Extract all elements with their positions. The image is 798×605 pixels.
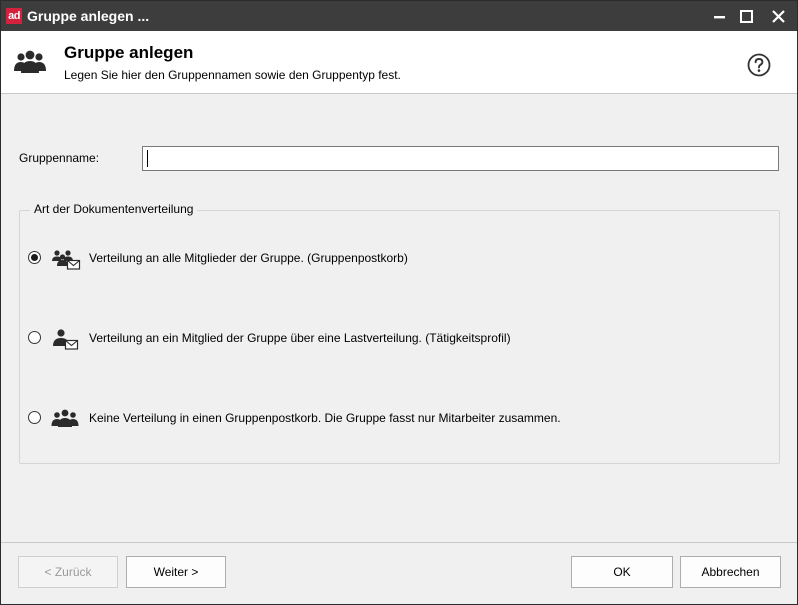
app-logo-icon: ad <box>6 8 22 24</box>
ok-button[interactable]: OK <box>571 556 673 588</box>
back-button[interactable]: < Zurück <box>18 556 118 588</box>
group-name-label: Gruppenname: <box>19 151 100 165</box>
close-icon <box>772 10 785 23</box>
distribution-option-load-balancing[interactable]: Verteilung an ein Mitglied der Gruppe üb… <box>28 328 638 350</box>
close-button[interactable] <box>759 1 797 31</box>
group-icon <box>51 409 79 427</box>
page-title: Gruppe anlegen <box>64 43 194 62</box>
person-mail-icon <box>53 329 79 350</box>
distribution-option-label: Verteilung an ein Mitglied der Gruppe üb… <box>89 331 511 345</box>
window-title: Gruppe anlegen ... <box>27 8 150 24</box>
radio-selected-dot <box>31 254 38 261</box>
group-name-input[interactable] <box>142 146 779 171</box>
cancel-button[interactable]: Abbrechen <box>680 556 781 588</box>
distribution-option-label: Keine Verteilung in einen Gruppenpostkor… <box>89 411 561 425</box>
dialog-header: Gruppe anlegen Legen Sie hier den Gruppe… <box>1 31 797 94</box>
distribution-option-group-inbox[interactable]: Verteilung an alle Mitglieder der Gruppe… <box>28 248 508 270</box>
radio-no-distribution[interactable] <box>28 411 41 424</box>
help-icon[interactable] <box>747 53 771 77</box>
radio-load-balancing[interactable] <box>28 331 41 344</box>
dialog-window: ad Gruppe anlegen ... Gruppe anlegen Leg… <box>0 0 798 605</box>
page-subtitle: Legen Sie hier den Gruppennamen sowie de… <box>64 68 401 82</box>
radio-group-inbox[interactable] <box>28 251 41 264</box>
text-caret <box>147 150 148 167</box>
distribution-legend: Art der Dokumentenverteilung <box>30 202 198 216</box>
next-button[interactable]: Weiter > <box>126 556 226 588</box>
distribution-option-label: Verteilung an alle Mitglieder der Gruppe… <box>89 251 408 265</box>
group-icon <box>14 50 46 73</box>
group-mail-icon <box>52 250 81 270</box>
footer-divider <box>1 542 797 543</box>
maximize-icon <box>740 10 753 23</box>
distribution-option-no-distribution[interactable]: Keine Verteilung in einen Gruppenpostkor… <box>28 408 708 428</box>
title-bar[interactable]: ad Gruppe anlegen ... <box>1 1 797 31</box>
minimize-icon <box>714 16 725 19</box>
